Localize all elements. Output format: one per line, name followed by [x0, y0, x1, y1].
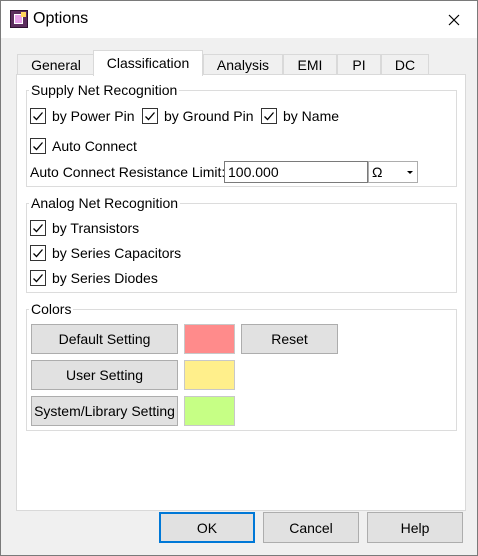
check-icon — [33, 274, 43, 283]
default-setting-button[interactable]: Default Setting — [31, 324, 178, 354]
tab-general[interactable]: General — [17, 54, 95, 75]
series-capacitors-checkbox[interactable]: by Series Capacitors — [30, 243, 181, 263]
checkbox-box — [30, 138, 46, 154]
resistance-unit-select[interactable]: Ω — [368, 161, 418, 183]
checkbox-box — [30, 108, 46, 124]
close-icon — [448, 14, 460, 25]
check-icon — [145, 112, 155, 121]
series-diodes-checkbox[interactable]: by Series Diodes — [30, 268, 158, 288]
system-library-setting-button[interactable]: System/Library Setting — [31, 396, 178, 426]
checkbox-box — [261, 108, 277, 124]
ground-pin-label: by Ground Pin — [164, 108, 254, 124]
power-pin-label: by Power Pin — [52, 108, 135, 124]
transistors-checkbox[interactable]: by Transistors — [30, 218, 139, 238]
auto-connect-checkbox[interactable]: Auto Connect — [30, 136, 137, 156]
user-color-swatch[interactable] — [184, 360, 235, 390]
supply-net-title: Supply Net Recognition — [29, 82, 180, 98]
tab-dc[interactable]: DC — [381, 54, 429, 75]
system-color-swatch[interactable] — [184, 396, 235, 426]
options-dialog: Options General Classification Analysis … — [0, 0, 478, 556]
series-capacitors-label: by Series Capacitors — [52, 245, 182, 261]
close-button[interactable] — [431, 1, 477, 38]
colors-title: Colors — [29, 301, 74, 317]
transistors-label: by Transistors — [52, 220, 140, 236]
check-icon — [33, 112, 43, 121]
power-pin-checkbox[interactable]: by Power Pin — [30, 106, 134, 126]
series-diodes-label: by Series Diodes — [52, 270, 158, 286]
checkbox-box — [30, 245, 46, 261]
classification-panel: Supply Net Recognition by Power Pin by G… — [16, 74, 466, 511]
by-name-label: by Name — [283, 108, 340, 124]
analog-net-title: Analog Net Recognition — [29, 195, 181, 211]
by-name-checkbox[interactable]: by Name — [261, 106, 339, 126]
check-icon — [33, 249, 43, 258]
checkbox-box — [142, 108, 158, 124]
user-setting-button[interactable]: User Setting — [31, 360, 178, 390]
tab-classification[interactable]: Classification — [93, 50, 203, 76]
default-color-swatch[interactable] — [184, 324, 235, 354]
ok-button[interactable]: OK — [159, 512, 255, 543]
ground-pin-checkbox[interactable]: by Ground Pin — [142, 106, 254, 126]
tab-analysis[interactable]: Analysis — [203, 54, 283, 75]
window-title: Options — [33, 10, 89, 27]
tab-pi[interactable]: PI — [337, 54, 381, 75]
auto-connect-label: Auto Connect — [52, 138, 137, 154]
dropdown-arrow-icon — [407, 171, 413, 174]
checkbox-box — [30, 270, 46, 286]
title-bar: Options — [1, 1, 477, 38]
check-icon — [33, 224, 43, 233]
reset-button[interactable]: Reset — [241, 324, 338, 354]
resistance-limit-input[interactable]: 100.000 — [224, 161, 368, 183]
checkbox-box — [30, 220, 46, 236]
app-icon — [10, 10, 28, 28]
supply-net-group: Supply Net Recognition by Power Pin by G… — [26, 82, 457, 187]
cancel-button[interactable]: Cancel — [263, 512, 359, 543]
analog-net-group: Analog Net Recognition by Transistors by… — [26, 195, 457, 293]
tab-emi[interactable]: EMI — [283, 54, 337, 75]
resistance-unit-value: Ω — [372, 164, 383, 180]
check-icon — [33, 142, 43, 151]
resistance-limit-label: Auto Connect Resistance Limit: — [30, 164, 226, 180]
help-button[interactable]: Help — [367, 512, 463, 543]
colors-group: Colors Default Setting Reset User Settin… — [26, 301, 457, 431]
check-icon — [264, 112, 274, 121]
